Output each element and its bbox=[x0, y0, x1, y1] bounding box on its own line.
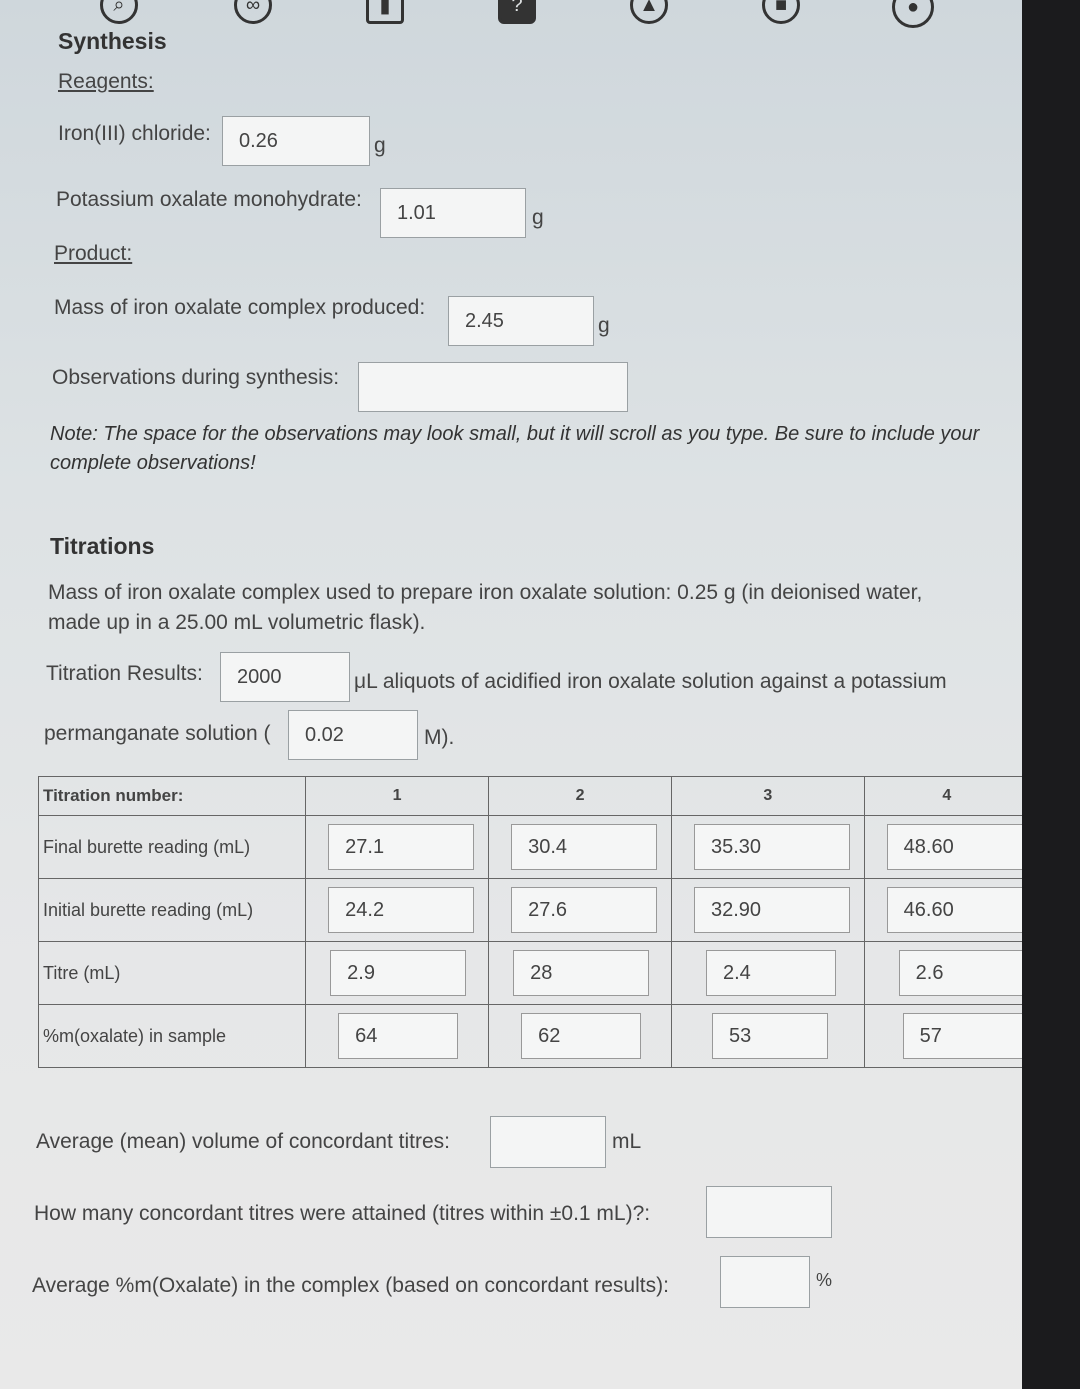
average-oxalate-input[interactable] bbox=[720, 1256, 810, 1308]
titre-3-input[interactable]: 2.4 bbox=[705, 950, 836, 996]
titration-mass-text: Mass of iron oxalate complex used to pre… bbox=[48, 581, 923, 634]
oxalate-input[interactable]: 1.01 bbox=[380, 188, 526, 238]
permanganate-unit: M). bbox=[424, 726, 455, 749]
concordant-count-label: How many concordant titres were attained… bbox=[34, 1202, 651, 1225]
user-icon[interactable]: ● bbox=[892, 0, 934, 28]
iron-chloride-unit: g bbox=[374, 134, 386, 157]
table-row: %m(oxalate) in sample 64 62 53 57 bbox=[37, 1004, 1031, 1068]
oxalate-percent-2-input[interactable]: 62 bbox=[521, 1013, 641, 1059]
average-oxalate-label: Average %m(Oxalate) in the complex (base… bbox=[32, 1274, 669, 1297]
device-bezel bbox=[1022, 0, 1080, 1389]
iron-chloride-label: Iron(III) chloride: bbox=[58, 122, 211, 145]
observations-note: Note: The space for the observations may… bbox=[50, 423, 980, 474]
average-volume-unit: mL bbox=[612, 1130, 642, 1153]
mass-produced-label: Mass of iron oxalate complex produced: bbox=[54, 296, 426, 319]
concordant-count-input[interactable] bbox=[706, 1186, 832, 1238]
titre-1-input[interactable]: 2.9 bbox=[330, 950, 467, 996]
synthesis-title: Synthesis bbox=[58, 28, 167, 54]
aliquot-volume-input[interactable]: 2000 bbox=[220, 652, 350, 702]
permanganate-concentration-input[interactable]: 0.02 bbox=[288, 710, 418, 760]
column-2-header: 2 bbox=[488, 776, 672, 816]
table-row: Titre (mL) 2.9 28 2.4 2.6 bbox=[37, 941, 1031, 1005]
book-icon[interactable]: ▮ bbox=[366, 0, 404, 24]
oxalate-percent-1-input[interactable]: 64 bbox=[338, 1013, 459, 1059]
oxalate-percent-3-input[interactable]: 53 bbox=[711, 1013, 828, 1059]
permanganate-label: permanganate solution ( bbox=[44, 722, 271, 745]
initial-reading-4-input[interactable]: 46.60 bbox=[886, 887, 1029, 933]
mass-produced-input[interactable]: 2.45 bbox=[448, 296, 594, 346]
titre-2-input[interactable]: 28 bbox=[513, 950, 649, 996]
oxalate-percent-4-input[interactable]: 57 bbox=[902, 1013, 1025, 1059]
final-reading-2-input[interactable]: 30.4 bbox=[511, 824, 657, 870]
column-4-header: 4 bbox=[863, 776, 1031, 816]
average-oxalate-unit: % bbox=[816, 1270, 833, 1290]
titration-results-label: Titration Results: bbox=[46, 662, 203, 685]
observations-label: Observations during synthesis: bbox=[52, 366, 340, 389]
table-header-row: Titration number: 1 2 3 4 bbox=[37, 776, 1031, 816]
aliquot-text: μL aliquots of acidified iron oxalate so… bbox=[354, 670, 947, 693]
iron-chloride-input[interactable]: 0.26 bbox=[222, 116, 370, 166]
page: ⌕ ∞ ▮ ? ▲ ■ ● Synthesis Reagents: Iron(I… bbox=[0, 0, 1031, 1389]
initial-reading-1-input[interactable]: 24.2 bbox=[328, 887, 475, 933]
link-icon[interactable]: ∞ bbox=[234, 0, 272, 24]
mass-produced-unit: g bbox=[598, 314, 610, 337]
row-label: Initial burette reading (mL) bbox=[37, 878, 307, 942]
search-icon[interactable]: ⌕ bbox=[100, 0, 138, 24]
final-reading-1-input[interactable]: 27.1 bbox=[328, 824, 475, 870]
table-row: Initial burette reading (mL) 24.2 27.6 3… bbox=[37, 878, 1031, 942]
oxalate-label: Potassium oxalate monohydrate: bbox=[56, 188, 362, 211]
average-volume-input[interactable] bbox=[490, 1116, 606, 1168]
titration-table: Titration number: 1 2 3 4 Final burette … bbox=[37, 776, 1031, 1068]
header-label: Titration number: bbox=[37, 776, 307, 816]
product-label: Product: bbox=[54, 242, 133, 265]
initial-reading-3-input[interactable]: 32.90 bbox=[693, 887, 850, 933]
column-1-header: 1 bbox=[305, 776, 490, 816]
column-3-header: 3 bbox=[670, 776, 865, 816]
row-label: Final burette reading (mL) bbox=[37, 815, 307, 879]
final-reading-4-input[interactable]: 48.60 bbox=[886, 824, 1029, 870]
help-icon[interactable]: ? bbox=[498, 0, 536, 24]
row-label: Titre (mL) bbox=[37, 941, 307, 1005]
notification-icon[interactable]: ▲ bbox=[630, 0, 668, 24]
reagents-label: Reagents: bbox=[58, 70, 154, 93]
titre-4-input[interactable]: 2.6 bbox=[898, 950, 1029, 996]
row-label: %m(oxalate) in sample bbox=[37, 1004, 307, 1068]
observations-input[interactable] bbox=[358, 362, 628, 412]
oxalate-unit: g bbox=[532, 206, 544, 229]
chat-icon[interactable]: ■ bbox=[762, 0, 800, 24]
initial-reading-2-input[interactable]: 27.6 bbox=[511, 887, 657, 933]
titrations-title: Titrations bbox=[50, 533, 155, 559]
average-volume-label: Average (mean) volume of concordant titr… bbox=[36, 1130, 450, 1153]
table-row: Final burette reading (mL) 27.1 30.4 35.… bbox=[37, 815, 1031, 879]
final-reading-3-input[interactable]: 35.30 bbox=[693, 824, 850, 870]
